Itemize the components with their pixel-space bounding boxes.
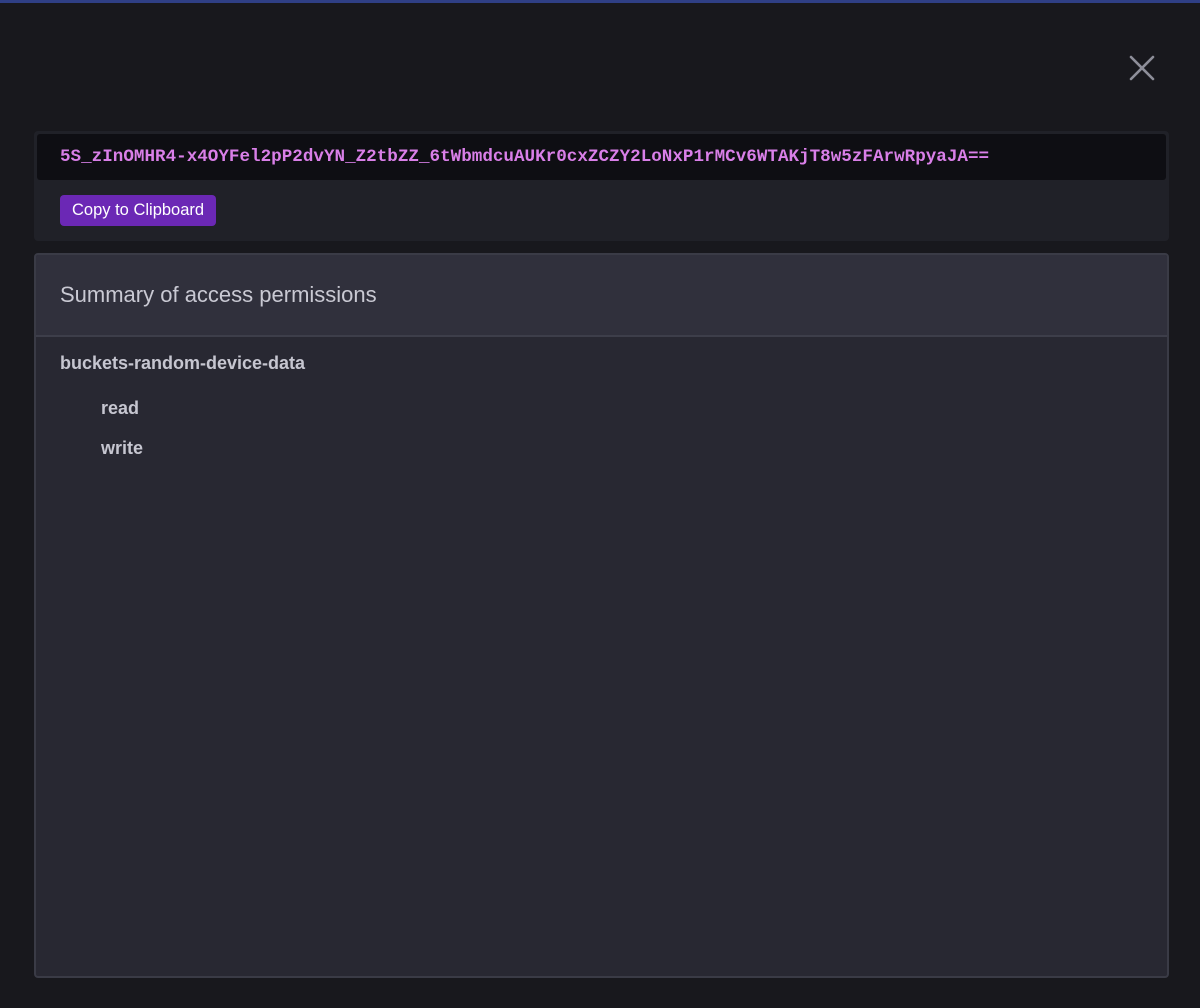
permissions-summary-panel: Summary of access permissions buckets-ra…: [34, 253, 1169, 978]
bucket-name: buckets-random-device-data: [60, 353, 306, 373]
summary-title: Summary of access permissions: [60, 282, 377, 307]
token-display[interactable]: 5S_zInOMHR4-x4OYFel2pP2dvYN_Z2tbZZ_6tWbm…: [37, 134, 1166, 180]
summary-header: Summary of access permissions: [36, 255, 1167, 337]
close-icon: [1129, 55, 1155, 81]
token-value[interactable]: 5S_zInOMHR4-x4OYFel2pP2dvYN_Z2tbZZ_6tWbm…: [60, 147, 989, 167]
permission-item: read: [101, 398, 140, 418]
token-panel: 5S_zInOMHR4-x4OYFel2pP2dvYN_Z2tbZZ_6tWbm…: [34, 131, 1169, 241]
copy-to-clipboard-button[interactable]: Copy to Clipboard: [60, 195, 217, 226]
top-accent-bar: [0, 0, 1200, 3]
permission-item: write: [101, 438, 144, 458]
close-button[interactable]: [1122, 48, 1162, 88]
